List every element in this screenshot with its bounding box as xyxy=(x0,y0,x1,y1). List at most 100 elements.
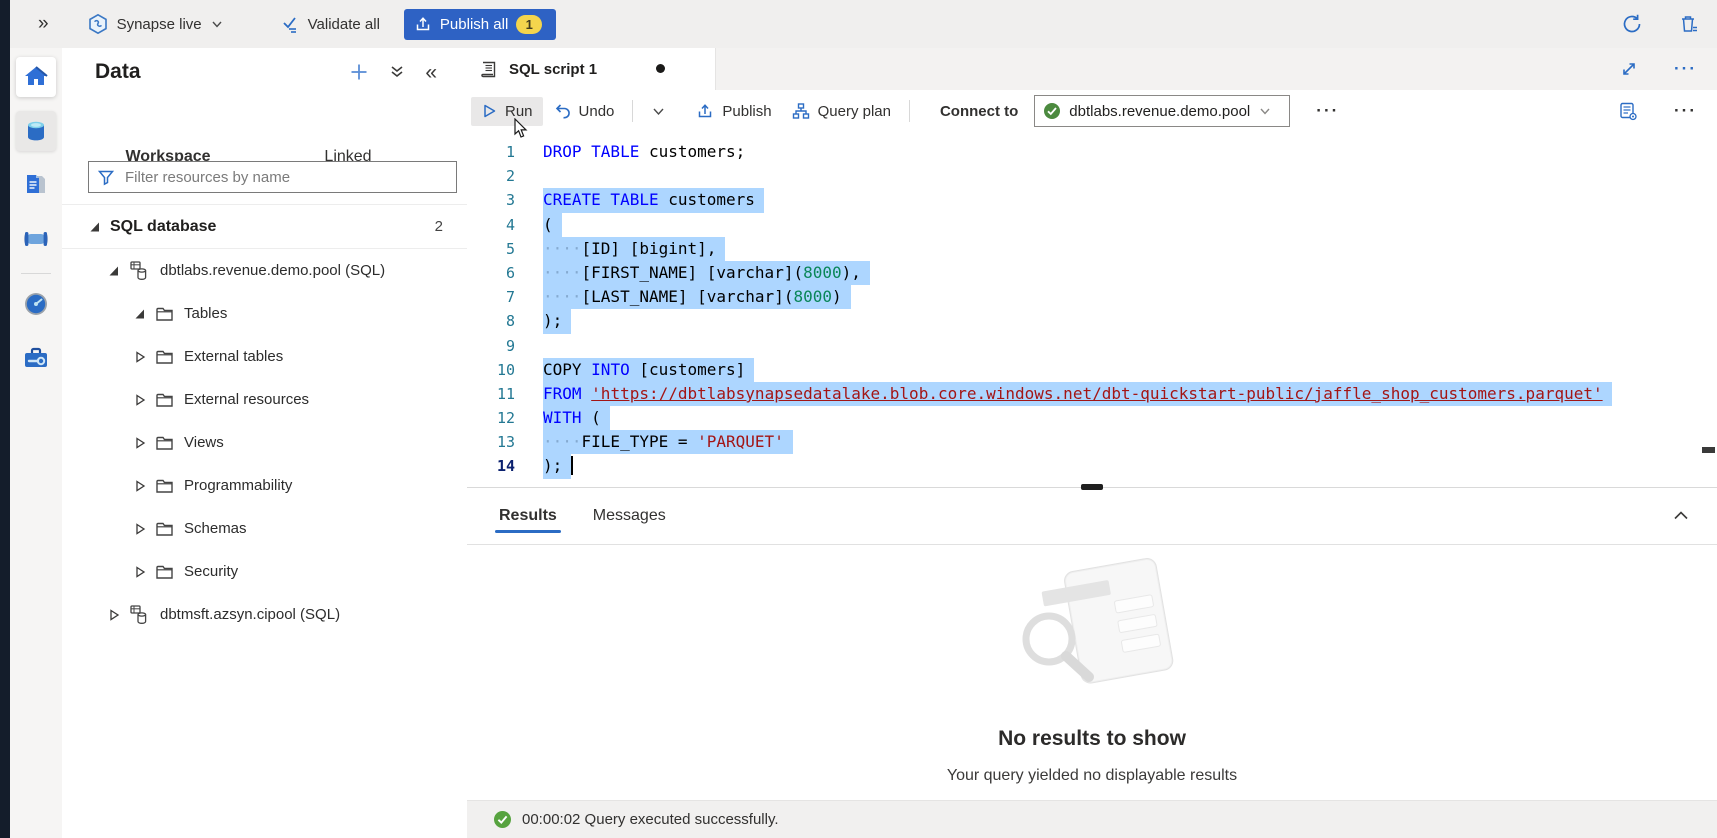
token-ws: ···· xyxy=(543,263,582,282)
code-line-11[interactable]: 11FROM 'https://dbtlabsynapsedatalake.bl… xyxy=(467,382,1717,406)
nav-integrate-button[interactable] xyxy=(16,219,56,259)
tree-collapsed-icon[interactable] xyxy=(133,523,147,535)
code-line-14[interactable]: 14); xyxy=(467,454,1717,478)
top-command-bar: » Synapse live Validate all Publish all … xyxy=(10,0,1717,49)
code-line-9[interactable]: 9 xyxy=(467,334,1717,358)
publish-all-button[interactable]: Publish all 1 xyxy=(404,9,556,40)
tab-results[interactable]: Results xyxy=(495,493,561,539)
selection-highlight: ); xyxy=(543,454,571,478)
nav-home-button[interactable] xyxy=(16,57,56,97)
validate-all-button[interactable]: Validate all xyxy=(280,14,380,34)
selection-highlight: ( xyxy=(543,213,562,237)
token-pl: FILE_TYPE = xyxy=(582,432,698,451)
code-line-3[interactable]: 3CREATE TABLE customers xyxy=(467,188,1717,212)
code-line-12[interactable]: 12WITH ( xyxy=(467,406,1717,430)
sql-code-editor[interactable]: 1DROP TABLE customers;23CREATE TABLE cus… xyxy=(467,132,1717,487)
tree-item-tables[interactable]: Tables xyxy=(62,292,467,335)
tab-messages[interactable]: Messages xyxy=(589,493,670,539)
code-line-7[interactable]: 7····[LAST_NAME] [varchar](8000) xyxy=(467,285,1717,309)
script-properties-icon[interactable] xyxy=(1618,101,1638,121)
tree-collapsed-icon[interactable] xyxy=(133,394,147,406)
line-number: 9 xyxy=(467,334,515,358)
tree-item-label: External tables xyxy=(184,348,283,365)
code-line-1[interactable]: 1DROP TABLE customers; xyxy=(467,140,1717,164)
nav-data-button[interactable] xyxy=(16,111,56,151)
code-line-6[interactable]: 6····[FIRST_NAME] [varchar](8000), xyxy=(467,261,1717,285)
publish-button[interactable]: Publish xyxy=(686,96,781,126)
query-plan-button[interactable]: Query plan xyxy=(782,96,901,126)
tree-item-security[interactable]: Security xyxy=(62,550,467,593)
undo-icon xyxy=(553,102,571,120)
tree-item-dbtlabs-revenue-demo-pool-sql[interactable]: dbtlabs.revenue.demo.pool (SQL) xyxy=(62,249,467,292)
tab-sql-script-1[interactable]: SQL script 1 xyxy=(467,48,716,90)
token-pl: [ID] [bigint], xyxy=(582,239,717,258)
code-line-2[interactable]: 2 xyxy=(467,164,1717,188)
no-results-title: No results to show xyxy=(998,727,1186,751)
tree-item-programmability[interactable]: Programmability xyxy=(62,464,467,507)
synapse-live-dropdown[interactable]: Synapse live xyxy=(87,13,224,35)
collapse-results-icon[interactable] xyxy=(1671,506,1691,526)
toolbar-more-icon[interactable]: ··· xyxy=(1316,101,1339,121)
document-icon xyxy=(23,172,49,198)
selection-highlight: FROM 'https://dbtlabsynapsedatalake.blob… xyxy=(543,382,1612,406)
undo-button[interactable]: Undo xyxy=(543,96,625,126)
code-line-8[interactable]: 8); xyxy=(467,309,1717,333)
tree-collapsed-icon[interactable] xyxy=(133,566,147,578)
run-label: Run xyxy=(505,103,533,120)
mode-label: Synapse live xyxy=(117,16,202,33)
refresh-icon[interactable] xyxy=(1621,13,1643,35)
filter-funnel-icon xyxy=(97,168,115,186)
selection-highlight: CREATE TABLE customers xyxy=(543,188,764,212)
tree-collapsed-icon[interactable] xyxy=(133,480,147,492)
collapse-all-icon[interactable] xyxy=(389,64,405,80)
tree-expanded-icon[interactable] xyxy=(133,308,147,320)
run-options-chevron[interactable] xyxy=(641,98,676,125)
filter-resources-field[interactable] xyxy=(88,161,457,193)
chevron-down-icon xyxy=(210,17,224,31)
selection-highlight: ); xyxy=(543,309,571,333)
line-content: ); xyxy=(543,309,571,333)
code-line-10[interactable]: 10COPY INTO [customers] xyxy=(467,358,1717,382)
synapse-logo-icon xyxy=(87,13,109,35)
publish-label: Publish xyxy=(722,103,771,120)
pool-selector-dropdown[interactable]: dbtlabs.revenue.demo.pool xyxy=(1034,95,1290,127)
tree-collapsed-icon[interactable] xyxy=(133,351,147,363)
tree-collapsed-icon[interactable] xyxy=(133,437,147,449)
tree-item-label: Views xyxy=(184,434,224,451)
discard-all-icon[interactable] xyxy=(1677,13,1699,35)
tree-item-count: 2 xyxy=(435,218,443,235)
tab-more-actions-icon[interactable]: ··· xyxy=(1674,59,1697,79)
tree-item-label: dbtlabs.revenue.demo.pool (SQL) xyxy=(160,262,385,279)
code-line-5[interactable]: 5····[ID] [bigint], xyxy=(467,237,1717,261)
tree-item-external-resources[interactable]: External resources xyxy=(62,378,467,421)
tree-item-external-tables[interactable]: External tables xyxy=(62,335,467,378)
no-results-illustration xyxy=(977,557,1207,697)
tree-expanded-icon[interactable] xyxy=(88,221,102,233)
line-number: 4 xyxy=(467,213,515,237)
filter-resources-input[interactable] xyxy=(123,168,448,187)
expand-editor-icon[interactable] xyxy=(1620,60,1638,78)
expand-panel-icon[interactable]: » xyxy=(38,13,47,35)
code-line-4[interactable]: 4( xyxy=(467,213,1717,237)
add-resource-icon[interactable] xyxy=(349,62,369,82)
connect-to-label: Connect to xyxy=(940,103,1018,120)
tree-collapsed-icon[interactable] xyxy=(107,609,121,621)
tree-item-schemas[interactable]: Schemas xyxy=(62,507,467,550)
editor-more-icon[interactable]: ··· xyxy=(1674,101,1697,121)
token-pl: customers xyxy=(659,190,755,209)
tree-expanded-icon[interactable] xyxy=(107,265,121,277)
nav-manage-button[interactable] xyxy=(16,338,56,378)
token-pl: ( xyxy=(543,215,553,234)
nav-develop-button[interactable] xyxy=(16,165,56,205)
token-str: 'PARQUET' xyxy=(697,432,784,451)
tree-item-sql-database[interactable]: SQL database2 xyxy=(62,204,467,249)
tree-item-dbtmsft-azsyn-cipool-sql[interactable]: dbtmsft.azsyn.cipool (SQL) xyxy=(62,593,467,636)
collapse-panel-icon[interactable]: « xyxy=(425,62,437,83)
code-line-13[interactable]: 13····FILE_TYPE = 'PARQUET' xyxy=(467,430,1717,454)
selection-highlight: COPY INTO [customers] xyxy=(543,358,754,382)
tabstrip-right-actions: ··· xyxy=(1620,48,1697,90)
panel-title: Data xyxy=(95,60,141,84)
token-num: 8000 xyxy=(803,263,842,282)
nav-monitor-button[interactable] xyxy=(16,284,56,324)
tree-item-views[interactable]: Views xyxy=(62,421,467,464)
